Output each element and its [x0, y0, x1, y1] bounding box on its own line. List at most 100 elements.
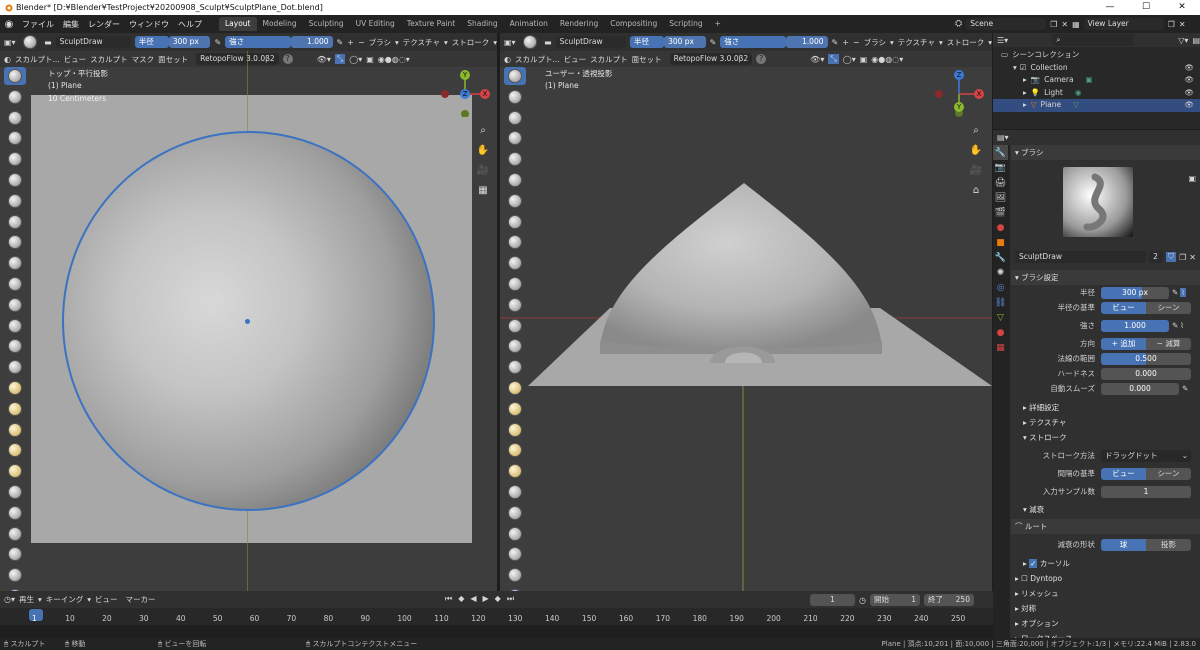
texture-menu[interactable]: テクスチャ — [403, 37, 440, 48]
tool-tab-icon[interactable]: 🔧 — [993, 145, 1008, 160]
radius-slider[interactable]: 300 px — [1101, 286, 1169, 299]
texture-tab-icon[interactable]: ▦ — [993, 340, 1008, 355]
strength-label[interactable]: 強さ — [225, 36, 291, 48]
tool-nudge-icon[interactable] — [4, 483, 26, 501]
stroke-method-select[interactable]: ドラッグドット ⌄ — [1101, 449, 1191, 462]
menu-item-0[interactable]: ファイル — [22, 19, 54, 30]
auto-smooth-pressure-icon[interactable]: ✎ — [1182, 384, 1188, 393]
outliner-row-plane[interactable]: ▸ ▽ Plane ▽ 👁 — [993, 99, 1200, 112]
jump-start-icon[interactable]: ⏮ — [445, 594, 452, 604]
delete-view-layer-icon[interactable]: ✕ — [1179, 20, 1186, 29]
prev-key-icon[interactable]: ◆ — [458, 594, 464, 604]
brush-menu[interactable]: ブラシ — [369, 37, 391, 48]
brush-menu-right[interactable]: ブラシ — [864, 37, 886, 48]
tool-draw-icon-right[interactable] — [504, 67, 526, 85]
retopoflow-menu[interactable]: RetopoFlow 3.0.0β2 — [196, 53, 279, 65]
maximize-button[interactable]: ☐ — [1128, 0, 1164, 15]
strength-field-right[interactable]: 1.000 — [786, 36, 828, 48]
direction-plus-button[interactable]: + — [347, 38, 354, 47]
next-key-icon[interactable]: ◆ — [495, 594, 501, 604]
tool-elastic-deform-icon-right[interactable] — [504, 400, 526, 418]
play-reverse-icon[interactable]: ◀ — [470, 594, 476, 604]
tool-pose-icon-right[interactable] — [504, 462, 526, 480]
panel-2[interactable]: ▸ 対称 — [1011, 601, 1200, 616]
duplicate-brush-icon[interactable]: ❐ — [1179, 253, 1186, 262]
output-tab-icon[interactable]: 🖨 — [993, 175, 1008, 190]
brush-name-field[interactable]: SculptDraw — [55, 36, 131, 48]
advanced-panel[interactable]: ▸ 詳細設定 — [1011, 400, 1200, 415]
minimize-button[interactable]: — — [1092, 0, 1128, 15]
gizmo-z-right[interactable]: Z — [954, 70, 964, 80]
workspace-tab-8[interactable]: Compositing — [604, 17, 663, 31]
panel-1[interactable]: ▸ リメッシュ — [1011, 586, 1200, 601]
tool-flatten-icon[interactable] — [4, 275, 26, 293]
mode-select[interactable]: スカルプト... — [15, 54, 60, 65]
menu-item-3[interactable]: ウィンドウ — [129, 19, 169, 30]
cursor-panel[interactable]: ▸ ✓ カーソル — [1011, 556, 1200, 571]
tool-nudge-icon-right[interactable] — [504, 483, 526, 501]
radius-label[interactable]: 半径 — [134, 36, 169, 48]
timeline-menu-2[interactable]: ビュー — [95, 594, 118, 605]
radius-field-right[interactable]: 300 px — [664, 36, 706, 48]
strength-pen-icon[interactable]: ⌇ — [1180, 321, 1184, 330]
gizmo-x[interactable]: X — [480, 89, 490, 99]
seg-direction-option-1[interactable]: − 減算 — [1146, 337, 1191, 350]
tool-simplify-icon-right[interactable] — [504, 566, 526, 584]
current-frame-field[interactable]: 1 — [810, 594, 855, 606]
tool-rotate-icon[interactable] — [4, 504, 26, 522]
right-viewport[interactable]: ◐ スカルプト... ビュー スカルプト 面セット RetopoFlow 3.0… — [500, 51, 992, 591]
pan-hand-icon[interactable]: ✋ — [474, 141, 492, 159]
texture-menu-right[interactable]: テクスチャ — [898, 37, 935, 48]
preview-range-icon[interactable]: ◷ — [859, 596, 866, 605]
tool-multiplane-scrape-icon-right[interactable] — [504, 337, 526, 355]
stroke-menu-right[interactable]: ストローク — [947, 37, 985, 48]
seg-falloff-option-0[interactable]: 球 — [1101, 538, 1146, 551]
brush-thumb-icon[interactable] — [20, 33, 41, 51]
radius-label-right[interactable]: 半径 — [630, 36, 665, 48]
scene-collection-row[interactable]: ▭ シーンコレクション — [993, 49, 1200, 62]
filter-icon[interactable]: ▽▾ — [1178, 36, 1188, 45]
scene-icon[interactable]: ⛭ — [955, 19, 962, 29]
outliner-row-camera[interactable]: ▸ 📷 Camera ▣ 👁 — [993, 74, 1200, 87]
radius-field[interactable]: 300 px — [168, 36, 211, 48]
constraint-tab-icon[interactable]: ⛓ — [993, 295, 1008, 310]
radius-pen-icon[interactable]: ⌇ — [1180, 288, 1186, 297]
visibility-eye-icon[interactable]: 👁 — [1184, 87, 1194, 100]
zoom-icon[interactable]: ⌕ — [474, 121, 492, 139]
view-layer-icon[interactable]: ▦ — [1072, 20, 1080, 29]
pan-hand-icon-right[interactable]: ✋ — [967, 141, 985, 159]
spacing-toggle[interactable]: ビュー シーン — [1101, 467, 1191, 480]
tool-inflate-icon-right[interactable] — [504, 192, 526, 210]
data-tab-icon[interactable]: ▽ — [993, 310, 1008, 325]
tool-pinch-icon[interactable] — [4, 358, 26, 376]
tool-clay-strips-icon-right[interactable] — [504, 129, 526, 147]
scene-field[interactable]: Scene — [966, 18, 1047, 30]
tool-clay-strips-icon[interactable] — [4, 129, 26, 147]
new-collection-icon[interactable]: ▤ — [1192, 36, 1200, 45]
blender-menu-icon[interactable]: ◉ — [0, 15, 18, 33]
pressure-icon-right[interactable]: ✎ — [710, 38, 717, 47]
stroke-menu[interactable]: ストローク — [452, 37, 490, 48]
menu-item-4[interactable]: ヘルプ — [178, 19, 202, 30]
workspace-tab-4[interactable]: Texture Paint — [401, 17, 461, 31]
brush-name-field-right[interactable]: SculptDraw — [555, 36, 626, 48]
stroke-panel[interactable]: ▾ ストローク — [1011, 430, 1200, 445]
normal-radius-slider[interactable]: 0.500 — [1101, 352, 1191, 365]
face-sets-menu[interactable]: 面セット — [158, 54, 188, 65]
strength-field[interactable]: 1.000 — [290, 36, 333, 48]
tool-layer-icon[interactable] — [4, 171, 26, 189]
tool-thumb-icon-right[interactable] — [504, 441, 526, 459]
workspace-tab-0[interactable]: Layout — [219, 17, 257, 31]
nav-gizmo[interactable]: Y Z X — [440, 67, 490, 118]
auto-smooth-slider[interactable]: 0.000 — [1101, 382, 1179, 395]
shading-icons[interactable]: ◉●◍◌▾ — [378, 55, 410, 64]
visibility-icon[interactable]: 👁▾ — [317, 55, 331, 64]
tool-snake-hook-icon-right[interactable] — [504, 421, 526, 439]
radius-pressure-icon[interactable]: ✎ — [1172, 288, 1178, 297]
tool-fill-icon-right[interactable] — [504, 296, 526, 314]
visibility-eye-icon[interactable]: 👁 — [1184, 62, 1194, 75]
visibility-eye-icon[interactable]: 👁 — [1184, 99, 1194, 112]
tool-draw-sharp-icon-right[interactable] — [504, 88, 526, 106]
outliner-search[interactable]: ⌕ — [1052, 34, 1135, 46]
tool-flatten-icon-right[interactable] — [504, 275, 526, 293]
